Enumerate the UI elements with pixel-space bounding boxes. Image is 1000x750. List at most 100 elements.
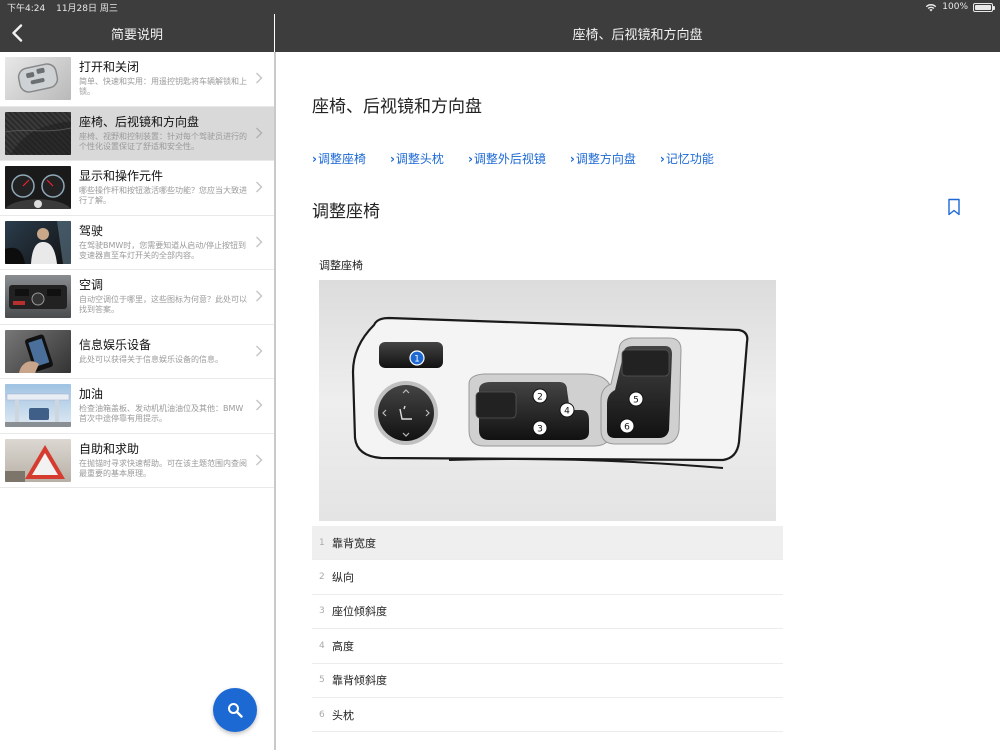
legend-number: 5 [319,675,325,686]
legend-label: 纵向 [332,571,354,585]
sidebar-item-open-close[interactable]: 打开和关闭 简单、快速和实用：用遥控钥匙将车辆解锁和上锁。 [0,52,274,107]
status-date: 11月28日 周三 [56,3,118,14]
chevron-right-icon [256,181,263,193]
car-key-icon [17,63,59,94]
legend-label: 靠背倾斜度 [332,674,387,688]
callout-6: 6 [624,423,630,433]
legend-row[interactable]: 2 纵向 [312,560,783,595]
sidebar-item-desc: 在抛锚时寻求快速帮助。可在该主题范围内查阅最重要的基本原理。 [79,458,247,478]
page-title: 座椅、后视镜和方向盘 [312,97,482,117]
dashboard-icon [5,174,71,210]
sidebar-item-title: 显示和操作元件 [79,169,164,184]
fuel-station-thumbnail [5,384,71,428]
sidebar-item-desc: 检查油箱盖板、发动机机油油位及其他：BMW首次中途停靠有用提示。 [79,404,244,424]
search-button[interactable] [213,688,257,732]
chevron-right-icon [256,345,263,356]
link-adjust-steering[interactable]: 调整方向盘 [570,150,636,167]
battery-percent: 100% [942,2,968,12]
sidebar-item-title: 座椅、后视镜和方向盘 [79,114,200,129]
sidebar-item-title: 空调 [79,278,104,293]
sidebar-item-desc: 自动空调位于哪里，这些图标为何意？此处可以找到答案。 [79,295,247,315]
callout-3: 3 [537,425,543,435]
legend-label: 高度 [332,639,354,653]
chevron-right-icon [256,236,263,247]
chevron-right-icon [256,454,263,465]
figure-caption: 调整座椅 [319,259,363,272]
legend-row[interactable]: 5 靠背倾斜度 [312,664,783,698]
callout-1: 1 [414,355,420,365]
sidebar-item-title: 信息娱乐设备 [79,337,152,352]
chevron-left-icon [12,24,23,42]
seat-thumbnail [5,111,71,155]
sidebar: 打开和关闭 简单、快速和实用：用遥控钥匙将车辆解锁和上锁。 座椅、后视镜和方向盘… [0,52,274,750]
sidebar-item-title: 加油 [79,387,104,402]
sidebar-header: 简要说明 [0,14,274,52]
callout-4: 4 [564,407,570,417]
sidebar-item-title: 驾驶 [79,223,104,238]
sidebar-item-desc: 在驾驶BMW时，您需要知道从启动/停止按钮到变速器直至车灯开关的全部内容。 [79,240,246,260]
infotainment-thumbnail [5,329,71,373]
sidebar-item-desc: 此处可以获得关于信息娱乐设备的信息。 [79,354,223,364]
content-pane: 座椅、后视镜和方向盘 调整座椅 调整头枕 调整外后视镜 调整方向盘 记忆功能 调… [276,52,1000,750]
driver-icon [5,220,71,264]
figure-legend: 1 靠背宽度 2 纵向 3 座位倾斜度 4 高度 5 靠背倾斜度 6 头枕 [312,526,783,733]
sidebar-item-title: 打开和关闭 [79,60,140,75]
chevron-right-icon [256,399,263,411]
content-header-title: 座椅、后视镜和方向盘 [572,27,703,43]
warning-triangle-icon [5,444,65,482]
chevron-right-icon [256,127,263,138]
status-time: 下午4:24 [7,3,46,14]
legend-row[interactable]: 6 头枕 [312,698,783,733]
sidebar-item-desc: 哪些操作杆和按钮激活哪些功能？您应当大致进行了解。 [79,186,247,206]
legend-number: 2 [319,572,325,583]
content-header: 座椅、后视镜和方向盘 [275,14,1000,52]
seat-icon [5,121,71,155]
legend-number: 1 [319,537,325,548]
sidebar-header-title: 简要说明 [110,27,163,43]
section-links: 调整座椅 调整头枕 调整外后视镜 调整方向盘 记忆功能 [312,150,738,167]
legend-row[interactable]: 3 座位倾斜度 [312,595,783,630]
callout-2: 2 [537,393,543,403]
legend-number: 3 [319,606,325,617]
link-memory[interactable]: 记忆功能 [660,150,714,167]
phone-icon [19,334,53,373]
sidebar-item-climate[interactable]: 空调 自动空调位于哪里，这些图标为何意？此处可以找到答案。 [0,270,274,325]
status-bar: 下午4:24 11月28日 周三 100% [0,0,1000,14]
sidebar-item-refuel[interactable]: 加油 检查油箱盖板、发动机机油油位及其他：BMW首次中途停靠有用提示。 [0,379,274,434]
back-button[interactable] [6,22,28,44]
chevron-right-icon [256,290,263,302]
fuel-station-icon [5,394,71,428]
sidebar-item-desc: 简单、快速和实用：用遥控钥匙将车辆解锁和上锁。 [79,77,247,97]
battery-icon [973,2,995,12]
legend-row[interactable]: 4 高度 [312,629,783,664]
sidebar-item-displays-controls[interactable]: 显示和操作元件 哪些操作杆和按钮激活哪些功能？您应当大致进行了解。 [0,161,274,216]
section-title: 调整座椅 [312,202,380,222]
climate-thumbnail [5,275,71,319]
warning-triangle-thumbnail [5,438,71,482]
dashboard-thumbnail [5,166,71,210]
climate-panel-icon [9,285,67,310]
key-thumbnail [5,57,71,101]
link-adjust-seat[interactable]: 调整座椅 [312,150,366,167]
sidebar-item-self-help[interactable]: 自助和求助 在抛锚时寻求快速帮助。可在该主题范围内查阅最重要的基本原理。 [0,434,274,488]
sidebar-item-desc: 座椅、视野和控制装置：针对每个驾驶员进行的个性化设置保证了舒适和安全性。 [79,131,247,151]
callout-5: 5 [633,396,639,406]
wifi-icon [926,3,937,11]
battery-fill [975,4,991,10]
seat-controls-illustration: 1 2 3 4 5 6 [319,280,776,521]
sidebar-item-title: 自助和求助 [79,441,140,456]
sidebar-item-driving[interactable]: 驾驶 在驾驶BMW时，您需要知道从启动/停止按钮到变速器直至车灯开关的全部内容。 [0,216,274,270]
link-adjust-mirrors[interactable]: 调整外后视镜 [468,150,546,167]
legend-label: 头枕 [332,708,354,722]
legend-number: 4 [319,640,325,651]
legend-row[interactable]: 1 靠背宽度 [312,526,783,561]
search-icon [228,703,243,718]
bookmark-icon[interactable] [947,198,961,216]
legend-label: 靠背宽度 [332,536,376,550]
link-adjust-headrest[interactable]: 调整头枕 [390,150,444,167]
driving-thumbnail [5,220,71,264]
chevron-right-icon [256,72,263,84]
legend-label: 座位倾斜度 [332,605,387,619]
sidebar-item-infotainment[interactable]: 信息娱乐设备 此处可以获得关于信息娱乐设备的信息。 [0,325,274,379]
sidebar-item-seats-mirrors-steering[interactable]: 座椅、后视镜和方向盘 座椅、视野和控制装置：针对每个驾驶员进行的个性化设置保证了… [0,106,274,161]
